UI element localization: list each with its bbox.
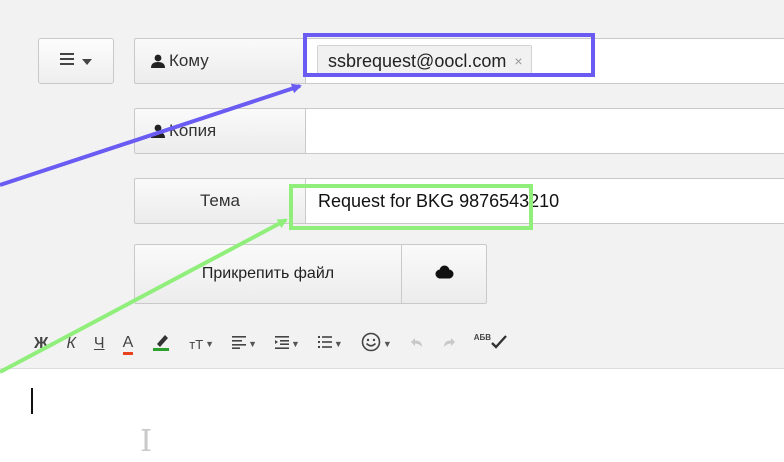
blue-arrow [0,83,302,187]
annotation-arrows [0,83,302,374]
green-arrow [0,218,288,374]
